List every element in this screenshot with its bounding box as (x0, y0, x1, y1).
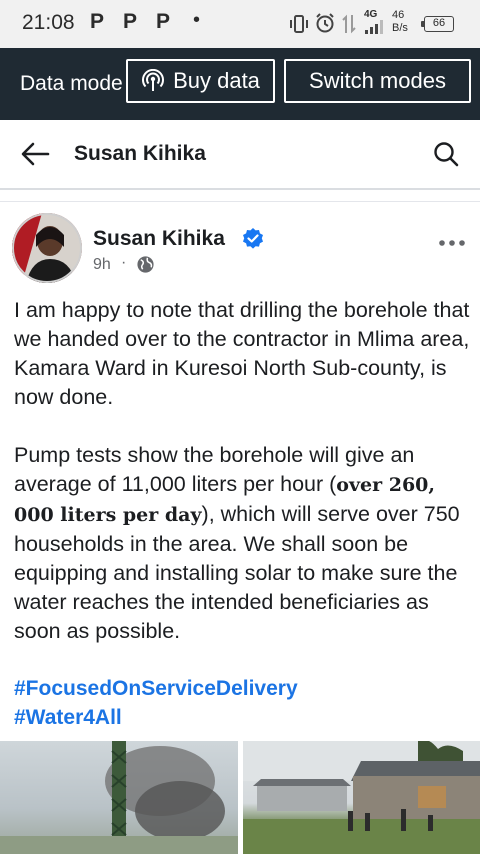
post-separator: · (121, 254, 127, 271)
speed-unit: B/s (392, 22, 408, 34)
search-icon[interactable] (432, 140, 460, 168)
network-speed: 46 B/s (392, 9, 408, 35)
verified-icon (243, 228, 263, 249)
divider (0, 201, 480, 202)
hashtag-link[interactable]: #Water4All (14, 703, 298, 732)
back-arrow-icon[interactable] (20, 140, 50, 168)
notification-p-icon: P (123, 10, 138, 33)
switch-modes-label: Switch modes (309, 68, 446, 93)
page-title: Susan Kihika (74, 142, 206, 165)
data-transfer-icon (342, 14, 356, 34)
buy-data-button[interactable]: Buy data (126, 59, 275, 103)
hashtags: #FocusedOnServiceDelivery #Water4All (14, 674, 298, 732)
status-bar: 21:08 P P P • 4G 46 B/s 66 (0, 0, 480, 48)
post-author[interactable]: Susan Kihika (93, 227, 225, 251)
notification-p-icon: P (90, 10, 105, 33)
status-time: 21:08 (22, 11, 75, 34)
network-type: 4G (364, 9, 378, 20)
data-mode-bar: Data mode Buy data Switch modes (0, 48, 480, 120)
status-dot: • (193, 9, 201, 31)
hashtag-link[interactable]: #FocusedOnServiceDelivery (14, 674, 298, 703)
buy-data-label: Buy data (173, 68, 260, 93)
community-building-image (243, 741, 480, 854)
signal-icon (365, 20, 383, 34)
avatar-image (12, 213, 82, 283)
notification-p-icon: P (156, 10, 171, 33)
page-header: Susan Kihika (0, 120, 480, 190)
drilling-rig-image (0, 741, 238, 854)
battery-icon: 66 (424, 16, 454, 32)
data-mode-label: Data mode (20, 72, 123, 95)
globe-icon (137, 256, 154, 273)
switch-modes-button[interactable]: Switch modes (284, 59, 471, 103)
speed-value: 46 (392, 9, 405, 21)
avatar[interactable] (12, 213, 82, 283)
vibrate-icon (290, 15, 308, 33)
post-time[interactable]: 9h (93, 256, 111, 274)
post-photo[interactable] (243, 741, 480, 854)
post-paragraph: Pump tests show the borehole will give a… (14, 441, 470, 646)
post-paragraph: I am happy to note that drilling the bor… (14, 298, 470, 409)
broadcast-icon (142, 69, 165, 91)
alarm-icon (316, 13, 334, 33)
post-text: I am happy to note that drilling the bor… (14, 296, 470, 646)
post-photo[interactable] (0, 741, 238, 854)
more-options-icon[interactable] (438, 231, 466, 255)
